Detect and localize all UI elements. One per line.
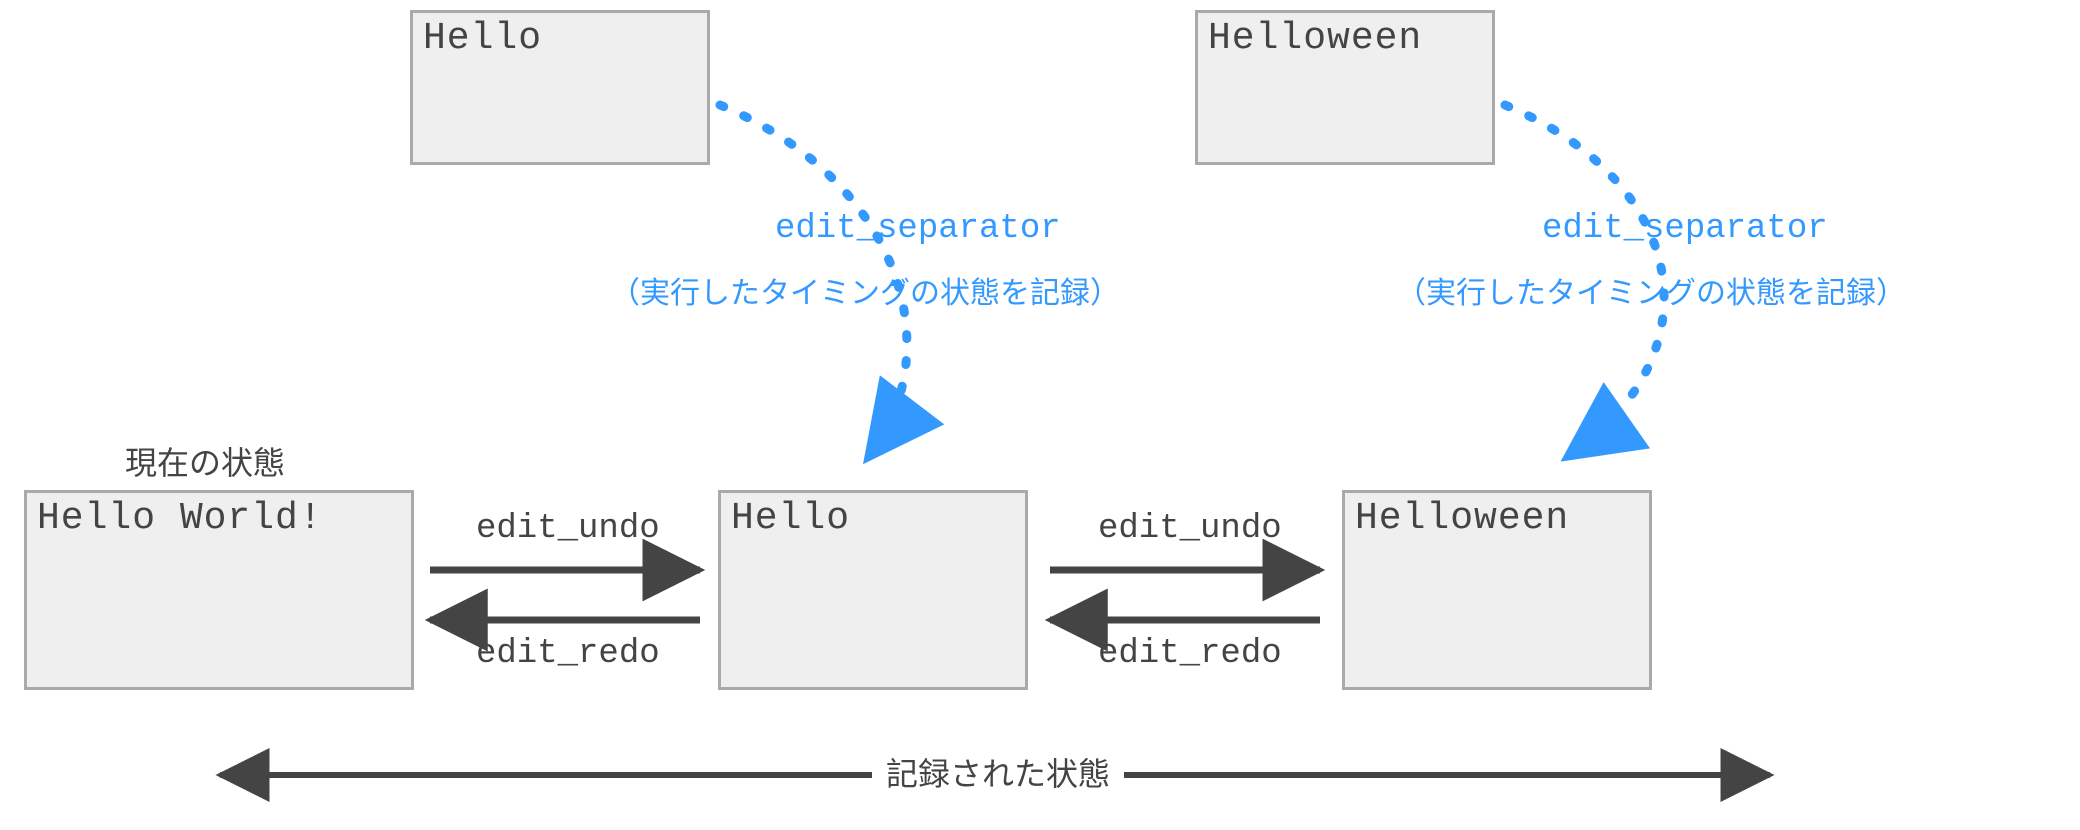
label-separator-2: edit_separator	[1542, 210, 1828, 248]
label-recorded-state: 記録された状態	[872, 749, 1124, 795]
state-box-top-hello: Hello	[410, 10, 710, 165]
state-box-current: Hello World!	[24, 490, 414, 690]
state-text: Hello	[423, 17, 542, 60]
state-box-top-helloween: Helloween	[1195, 10, 1495, 165]
diagram-canvas: Hello Helloween Hello World! Hello Hello…	[0, 0, 2080, 830]
state-text: Helloween	[1208, 17, 1422, 60]
state-text: Hello	[731, 497, 850, 540]
label-redo-1: edit_redo	[476, 635, 660, 673]
label-separator-1: edit_separator	[775, 210, 1061, 248]
label-current-state: 現在の状態	[125, 438, 285, 484]
arrows-layer	[0, 0, 2080, 830]
state-text: Hello World!	[37, 497, 323, 540]
label-redo-2: edit_redo	[1098, 635, 1282, 673]
label-undo-2: edit_undo	[1098, 510, 1282, 548]
note-separator-1: （実行したタイミングの状態を記録）	[610, 268, 1120, 312]
state-text: Helloween	[1355, 497, 1569, 540]
state-box-recorded-2: Helloween	[1342, 490, 1652, 690]
note-separator-2: （実行したタイミングの状態を記録）	[1396, 268, 1906, 312]
label-undo-1: edit_undo	[476, 510, 660, 548]
state-box-recorded-1: Hello	[718, 490, 1028, 690]
